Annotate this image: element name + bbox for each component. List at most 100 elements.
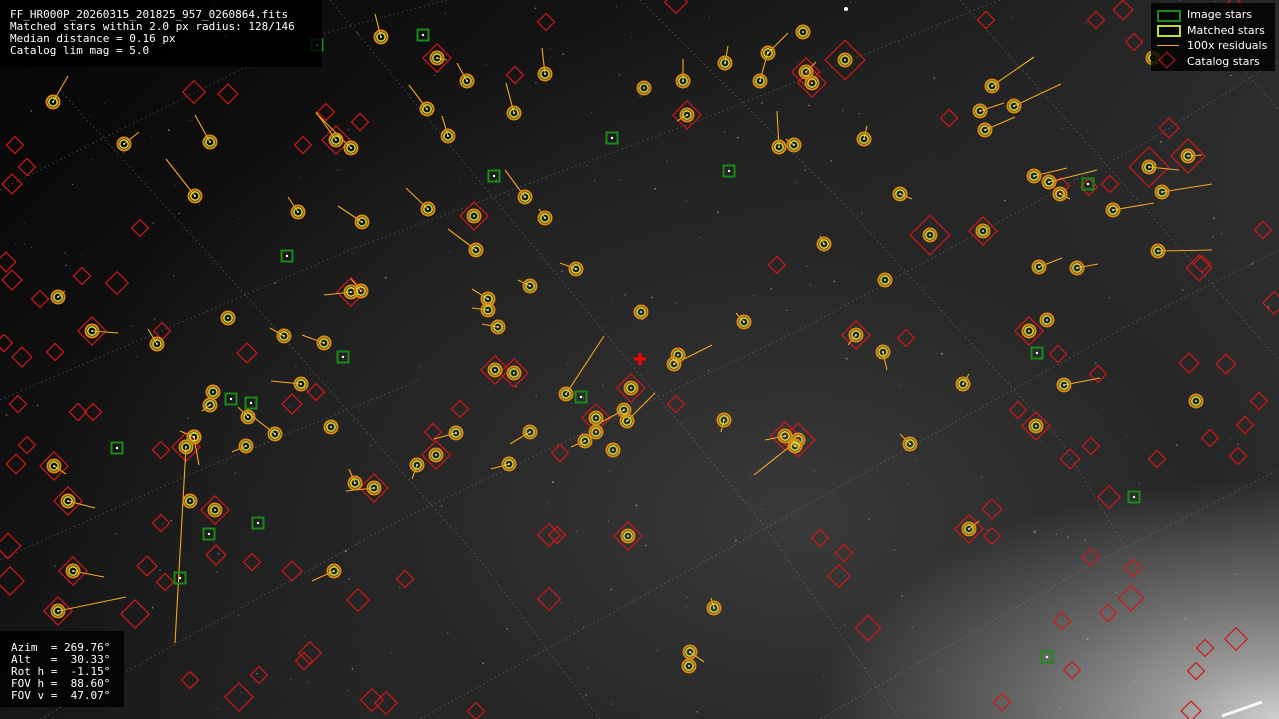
background-star [1055,533,1058,536]
star-point [185,446,187,448]
background-star [655,649,658,652]
background-star [315,542,317,543]
background-star [560,602,562,604]
star-point [57,296,59,298]
background-star [449,251,451,253]
background-star [299,176,301,178]
background-star [255,378,257,380]
star-point [508,463,510,465]
background-star [618,74,621,76]
background-star [256,673,258,675]
catalog-star [0,532,22,560]
background-star [356,32,359,35]
background-star [344,550,347,553]
star-point [899,193,901,195]
background-star [795,182,797,184]
background-star [1094,362,1097,364]
catalog-star [1261,290,1279,316]
residual-line [471,307,489,311]
background-star [602,384,604,386]
star-point [627,535,629,537]
catalog-star [1096,484,1122,510]
background-star [532,388,534,391]
grid-line [639,0,1231,719]
star-point [229,397,233,401]
catalog-star [395,569,415,589]
star-point [595,417,597,419]
background-star [24,243,26,245]
background-star [1062,431,1064,433]
background-star [940,352,943,355]
background-star [54,565,57,568]
catalog-star [663,0,689,15]
star-point [743,321,745,323]
background-star [90,159,92,160]
background-star [65,264,67,266]
background-star [1251,263,1253,265]
background-star [1017,497,1019,499]
star-point [214,509,216,511]
star-point [524,196,526,198]
background-star [861,211,863,214]
background-star [1010,97,1012,99]
catalog-star [224,682,254,712]
background-star [535,394,537,397]
background-star [316,346,318,348]
star-point [855,334,857,336]
star-point [427,208,429,210]
star-point [723,419,725,421]
star-point [630,387,632,389]
star-point [544,217,546,219]
star-point [330,426,332,428]
residual-line [147,328,158,345]
catalog-star [30,289,50,309]
star-point [115,446,119,450]
catalog-star [1186,661,1206,681]
star-point [513,112,515,114]
background-star [309,374,312,377]
star-point [421,33,425,37]
star-point [373,487,375,489]
catalog-star [1,173,23,195]
star-point [610,136,614,140]
star-point [436,57,438,59]
star-point [982,230,984,232]
star-point [584,440,586,442]
background-star [938,669,939,671]
star-point [212,391,214,393]
star-point [544,73,546,75]
star-point [595,431,597,433]
background-star [1213,217,1216,220]
legend-matched-stars: Matched stars [1155,23,1271,39]
grid-line [59,89,601,719]
star-point [612,449,614,451]
star-point [473,215,475,217]
background-star [582,626,585,628]
fov-v-text: FOV v = 47.07° [11,689,111,702]
star-point [991,85,993,87]
red-diamond-icon [1155,51,1181,69]
background-star [805,265,807,268]
star-point [178,576,182,580]
background-star [1086,21,1088,23]
background-star [1160,140,1162,143]
catalog-star [0,566,25,596]
background-star [274,282,277,284]
legend-catalog-stars: Catalog stars [1155,51,1271,70]
background-star [217,708,219,710]
background-star [237,614,240,617]
background-star [96,78,99,80]
background-star [997,497,999,499]
background-star [639,95,642,98]
background-star [323,340,325,342]
background-star [173,160,175,162]
catalog-star [1228,446,1248,466]
background-star [534,7,537,10]
catalog-star [1124,32,1144,52]
catalog-star [1200,428,1220,448]
catalog-star [45,342,65,362]
background-star [1133,680,1135,683]
background-star [1254,331,1256,333]
catalog-star [1098,603,1118,623]
star-point [227,317,229,319]
